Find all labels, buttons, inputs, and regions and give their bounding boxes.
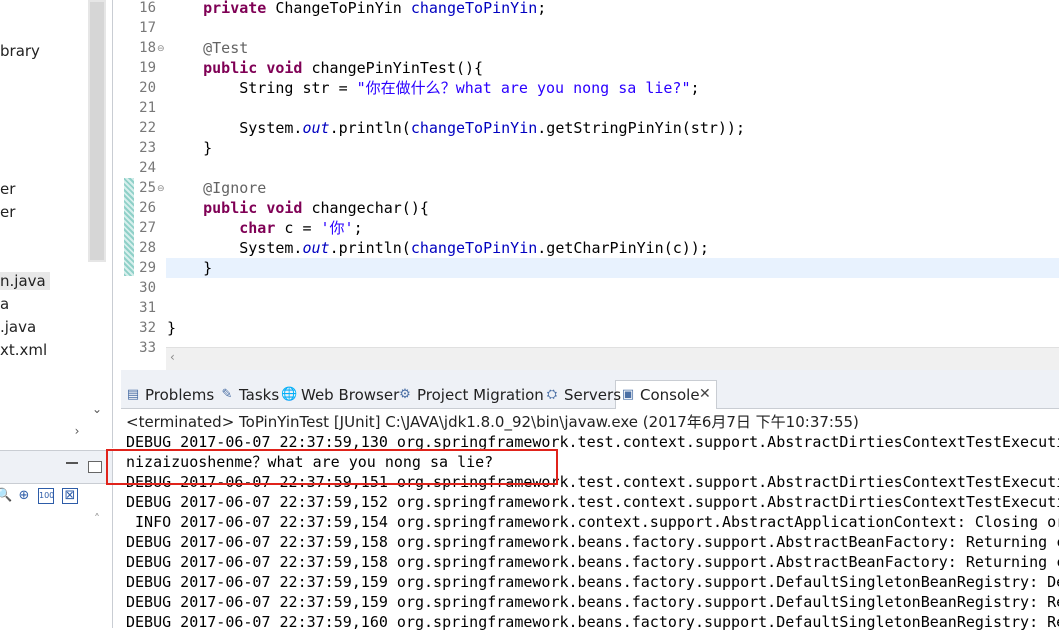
tasks-icon: ✎	[221, 387, 233, 402]
line-number: 16	[139, 0, 156, 16]
console-line: DEBUG 2017-06-07 22:37:59,158 org.spring…	[126, 533, 1059, 551]
tree-item[interactable]: er	[0, 203, 15, 221]
tab-web-browser[interactable]: 🌐 Web Browser	[281, 384, 399, 406]
current-line-highlight	[166, 258, 1059, 278]
console-line: DEBUG 2017-06-07 22:37:59,159 org.spring…	[126, 593, 1059, 611]
line-number: 29	[139, 260, 156, 276]
globe-icon: 🌐	[281, 387, 298, 402]
code-line[interactable]: public void changechar(){	[167, 198, 429, 218]
tab-label: Project Migration	[417, 386, 544, 404]
code-line[interactable]: String str = "你在做什么？what are you nong sa…	[167, 78, 699, 98]
zoom-100-icon[interactable]: 100	[38, 488, 54, 504]
code-line[interactable]: System.out.println(changeToPinYin.getStr…	[167, 118, 745, 138]
console-line: INFO 2017-06-07 22:37:59,154 org.springf…	[126, 513, 1059, 531]
fold-icon[interactable]: ⊖	[157, 184, 165, 194]
line-number: 23	[139, 140, 156, 156]
fold-icon[interactable]: ⊖	[157, 44, 165, 54]
console-line: DEBUG 2017-06-07 22:37:59,152 org.spring…	[126, 493, 1059, 511]
maximize-icon[interactable]	[88, 461, 102, 473]
code-line[interactable]: }	[167, 138, 212, 158]
line-number: 28	[139, 240, 156, 256]
tab-problems[interactable]: ▤ Problems	[125, 384, 214, 406]
tab-console[interactable]: ▣ Console	[620, 384, 700, 406]
line-number: 18	[139, 40, 156, 56]
tab-label: Web Browser	[301, 386, 400, 404]
console-terminated-label: <terminated> ToPinYinTest [JUnit] C:\JAV…	[126, 413, 859, 431]
line-number: 20	[139, 80, 156, 96]
fit-to-window-icon[interactable]: ⊠	[62, 488, 78, 504]
chevron-up-icon[interactable]: ˄	[90, 512, 104, 526]
tree-item[interactable]: a	[0, 295, 9, 313]
line-number: 26	[139, 200, 156, 216]
line-number: 27	[139, 220, 156, 236]
code-line[interactable]: @Ignore	[167, 178, 266, 198]
line-number: 19	[139, 60, 156, 76]
zoom-out-icon[interactable]: 🔍	[0, 488, 12, 504]
outline-tab-bar	[0, 450, 112, 484]
problems-icon: ▤	[126, 387, 140, 402]
chevron-left-icon[interactable]: ‹	[170, 350, 175, 364]
console-line: DEBUG 2017-06-07 22:37:59,159 org.spring…	[126, 573, 1059, 591]
tree-item[interactable]: .java	[0, 318, 36, 336]
servers-icon: ⛭	[546, 387, 558, 402]
code-line[interactable]: @Test	[167, 38, 248, 58]
line-number: 17	[139, 20, 156, 36]
line-number: 22	[139, 120, 156, 136]
migration-icon: ⚙	[399, 387, 411, 402]
tree-item[interactable]: xt.xml	[0, 341, 47, 359]
tab-tasks[interactable]: ✎ Tasks	[219, 384, 280, 406]
highlight-annotation-box	[106, 449, 558, 485]
line-number: 21	[139, 100, 156, 116]
line-number: 31	[139, 300, 156, 316]
line-number: 33	[139, 340, 156, 356]
outline-vertical-scrollbar[interactable]: ˄	[90, 512, 104, 628]
chevron-right-icon[interactable]: ›	[70, 424, 84, 438]
tab-label: Problems	[145, 386, 215, 404]
line-number: 32	[139, 320, 156, 336]
tab-project-migration[interactable]: ⚙ Project Migration	[397, 384, 544, 406]
tree-item[interactable]: brary	[0, 42, 40, 60]
tab-label: Servers	[564, 386, 622, 404]
code-line[interactable]: System.out.println(changeToPinYin.getCha…	[167, 238, 709, 258]
zoom-in-icon[interactable]: ⊕	[16, 488, 32, 504]
tree-item[interactable]: er	[0, 180, 15, 198]
line-number: 24	[139, 160, 156, 176]
code-line[interactable]: }	[167, 258, 212, 278]
tab-label: Console	[640, 386, 700, 404]
scrollbar-thumb[interactable]	[90, 2, 104, 260]
tab-servers[interactable]: ⛭ Servers	[544, 384, 621, 406]
minimize-icon[interactable]	[66, 462, 78, 464]
console-line: DEBUG 2017-06-07 22:37:59,160 org.spring…	[126, 613, 1059, 631]
tab-label: Tasks	[239, 386, 280, 404]
code-line[interactable]: char c = '你';	[167, 218, 362, 238]
chevron-down-icon[interactable]: ⌄	[90, 402, 104, 416]
code-line[interactable]: public void changePinYinTest(){	[167, 58, 483, 78]
tree-item[interactable]: n.java	[0, 272, 50, 290]
close-icon[interactable]: ✕	[699, 386, 711, 402]
code-line[interactable]: }	[167, 318, 176, 338]
outline-toolbar: 🔍 ⊕ 100 ⊠	[0, 486, 112, 508]
panel-separator	[121, 370, 1059, 378]
line-number: 25	[139, 180, 156, 196]
code-line[interactable]: private ChangeToPinYin changeToPinYin;	[167, 0, 546, 18]
editor-horizontal-scrollbar[interactable]	[166, 347, 1059, 370]
console-line: DEBUG 2017-06-07 22:37:59,158 org.spring…	[126, 553, 1059, 571]
line-number: 30	[139, 280, 156, 296]
console-icon: ▣	[621, 387, 635, 402]
